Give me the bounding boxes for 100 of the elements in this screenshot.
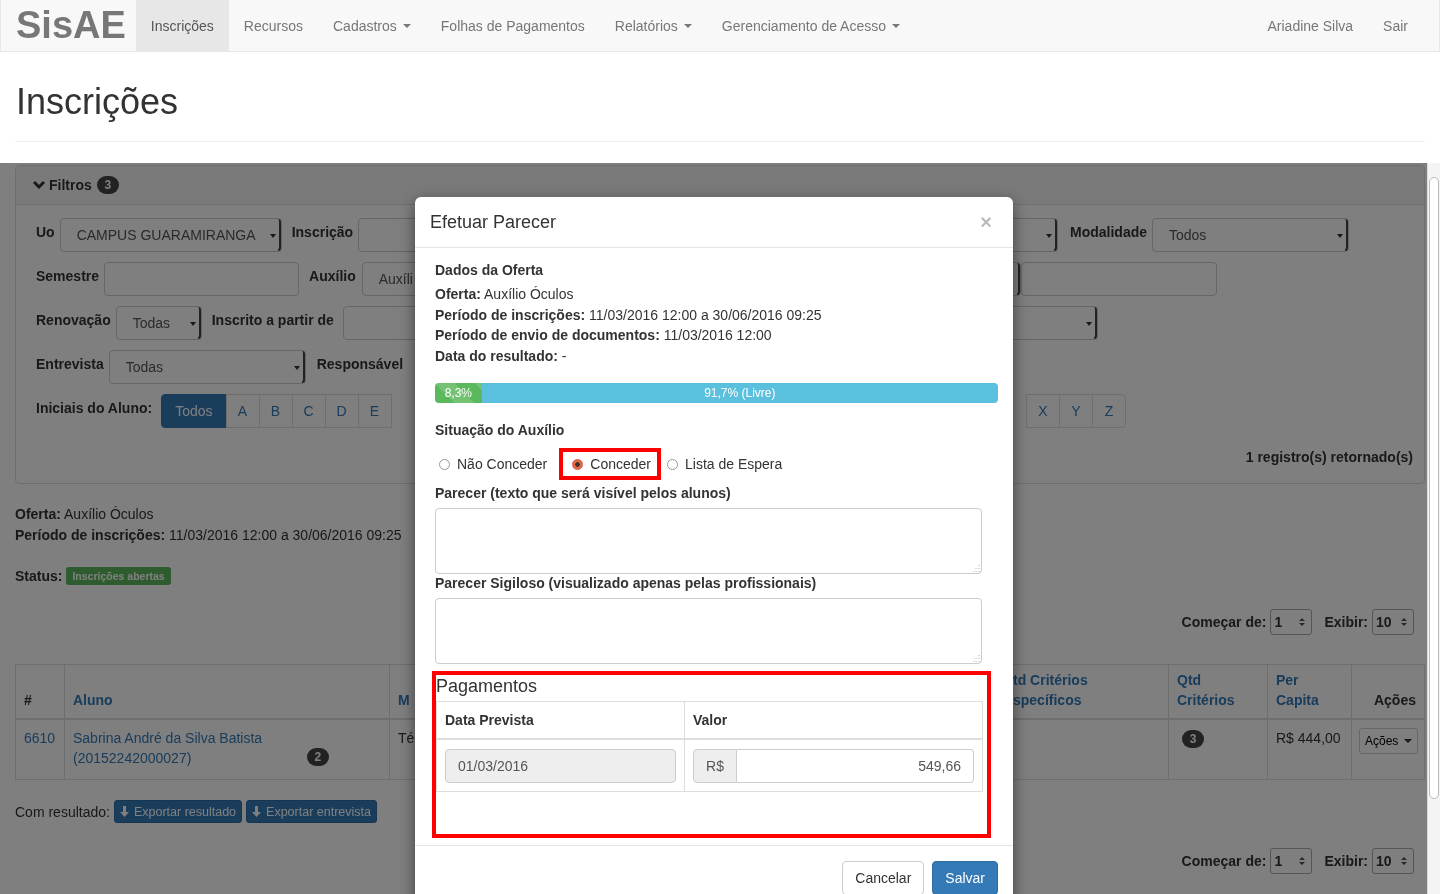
id-link[interactable]: 6610: [24, 730, 56, 746]
radio-option[interactable]: Não Conceder: [435, 448, 558, 480]
field-label: Parecer (texto que será visível pelos alunos): [435, 485, 732, 501]
save-button[interactable]: Salvar: [932, 861, 998, 894]
column-sort-link[interactable]: Aluno: [73, 690, 113, 710]
semestre-field[interactable]: [104, 262, 300, 296]
export-button[interactable]: Exportar entrevista: [246, 800, 377, 823]
nav-link[interactable]: Ariadine Silva: [1252, 0, 1369, 51]
uo-select[interactable]: CAMPUS GUARAMIRANGA: [59, 218, 282, 252]
pager-label: Começar de:: [1181, 614, 1267, 630]
caret-icon: [293, 366, 300, 370]
entrevista-select[interactable]: Todas: [108, 350, 306, 384]
currency-addon: R$: [693, 748, 737, 783]
page-title: Inscrições: [16, 82, 180, 122]
offer-detail: Período de inscrições: 11/03/2016 12:00 a 30/06/2016 09:25: [435, 305, 823, 325]
field-label: Semestre: [36, 268, 100, 284]
field-label: Entrevista: [36, 356, 104, 372]
payments-title: Pagamentos: [436, 675, 539, 698]
count-badge: 3: [96, 176, 119, 194]
caret-icon: [1086, 322, 1092, 326]
nav-item[interactable]: Gerenciamento de Acesso: [706, 0, 916, 51]
brand-logo[interactable]: SisAE: [1, 0, 136, 51]
progress-segment: 8,3%: [435, 383, 482, 403]
filters-title: Filtros: [49, 177, 92, 193]
spinner-icon: [1401, 617, 1407, 627]
initial-button[interactable]: Todos: [161, 394, 227, 428]
pager-label: Começar de:: [1181, 853, 1267, 869]
per-capita-cell: R$ 444,00: [1276, 730, 1341, 746]
caret-icon: [892, 23, 901, 28]
export-button[interactable]: Exportar resultado: [113, 800, 243, 823]
caret-icon: [402, 23, 411, 28]
field-label: Inscrito a partir de: [211, 312, 334, 328]
caret-icon: [683, 23, 692, 28]
date-field: 01/03/2016: [445, 748, 676, 783]
start-field[interactable]: 1: [1270, 609, 1313, 635]
nav-item[interactable]: Recursos: [228, 0, 318, 51]
radio-option[interactable]: Lista de Espera: [663, 448, 793, 480]
initial-button[interactable]: A: [225, 394, 260, 428]
section-title: Situação do Auxílio: [435, 422, 566, 438]
table-cell: Té: [398, 730, 415, 746]
nav-item[interactable]: Inscrições: [135, 0, 229, 51]
filters-toggle[interactable]: Filtros 3: [16, 166, 1424, 205]
column-sort-link[interactable]: Qtd Critérios: [1177, 670, 1259, 710]
modalidade-select[interactable]: Todos: [1152, 218, 1349, 252]
offer-detail: Período de inscrições: 11/03/2016 12:00 a 30/06/2016 09:25: [15, 526, 403, 545]
radio-button[interactable]: [572, 458, 584, 470]
offer-detail: Oferta: Auxílio Óculos: [15, 505, 155, 524]
nav-link[interactable]: Sair: [1368, 0, 1423, 51]
scrollbar[interactable]: [1427, 163, 1440, 894]
actions-dropdown[interactable]: Ações: [1359, 728, 1419, 754]
radio-option[interactable]: Conceder: [559, 448, 661, 480]
column-header: #: [24, 691, 32, 710]
nav-item[interactable]: Relatórios: [599, 0, 707, 51]
caret-icon: [1337, 234, 1343, 238]
close-button[interactable]: ×: [980, 212, 998, 232]
page-size-field[interactable]: 10: [1372, 848, 1414, 874]
pager-label: Exibir:: [1324, 853, 1368, 869]
renovacao-select[interactable]: Todas: [115, 306, 202, 340]
initial-button[interactable]: X: [1026, 394, 1060, 428]
input-field[interactable]: [1021, 262, 1217, 296]
nav-item[interactable]: Cadastros: [318, 0, 426, 51]
progress-segment: 91,7% (Livre): [481, 383, 998, 403]
field-label: Uo: [36, 224, 55, 240]
column-sort-link[interactable]: Per Capita: [1276, 670, 1343, 710]
nav-item[interactable]: Folhas de Pagamentos: [425, 0, 600, 51]
field-label: Inscrição: [291, 224, 354, 240]
field-label: Auxílio: [309, 268, 356, 284]
section-title: Dados da Oferta: [435, 262, 545, 278]
column-header: Ações: [1373, 691, 1416, 710]
initial-button[interactable]: Z: [1092, 394, 1126, 428]
offer-detail: Data do resultado: -: [435, 346, 568, 366]
column-sort-link[interactable]: M: [398, 690, 410, 710]
pager-label: Exibir:: [1324, 614, 1368, 630]
initial-button[interactable]: B: [258, 394, 293, 428]
count-badge: 2: [306, 748, 329, 766]
offer-detail: Período de envio de documentos: 11/03/2016 12:00: [435, 326, 773, 345]
initial-button[interactable]: C: [291, 394, 326, 428]
parecer-sigiloso-textarea[interactable]: [435, 598, 982, 664]
caret-icon: [269, 234, 276, 238]
download-icon: [119, 806, 129, 817]
page-size-field[interactable]: 10: [1372, 609, 1414, 635]
start-field[interactable]: 1: [1270, 848, 1313, 874]
amount-field[interactable]: 549,66: [737, 748, 974, 783]
column-header: Valor: [693, 712, 728, 728]
field-label: Iniciais do Aluno:: [36, 400, 153, 416]
initial-button[interactable]: E: [357, 394, 392, 428]
student-link[interactable]: Sabrina André da Silva Batista (20152242000027): [73, 728, 298, 768]
initial-button[interactable]: Y: [1059, 394, 1093, 428]
initial-button[interactable]: D: [324, 394, 359, 428]
parecer-textarea[interactable]: [435, 508, 982, 574]
caret-icon: [1404, 739, 1413, 743]
spinner-icon: [1401, 856, 1407, 866]
column-sort-link[interactable]: td Critérios specíficos: [1013, 670, 1160, 710]
field-label: Parecer Sigiloso (visualizado apenas pelas profissionais): [435, 575, 818, 591]
modal-title: Efetuar Parecer: [430, 212, 557, 232]
cancel-button[interactable]: Cancelar: [842, 861, 925, 894]
resize-grip-icon: [973, 655, 980, 662]
status-badge: Inscrições abertas: [66, 567, 171, 585]
resize-grip-icon: [973, 565, 980, 572]
column-header: Data Prevista: [445, 712, 534, 728]
